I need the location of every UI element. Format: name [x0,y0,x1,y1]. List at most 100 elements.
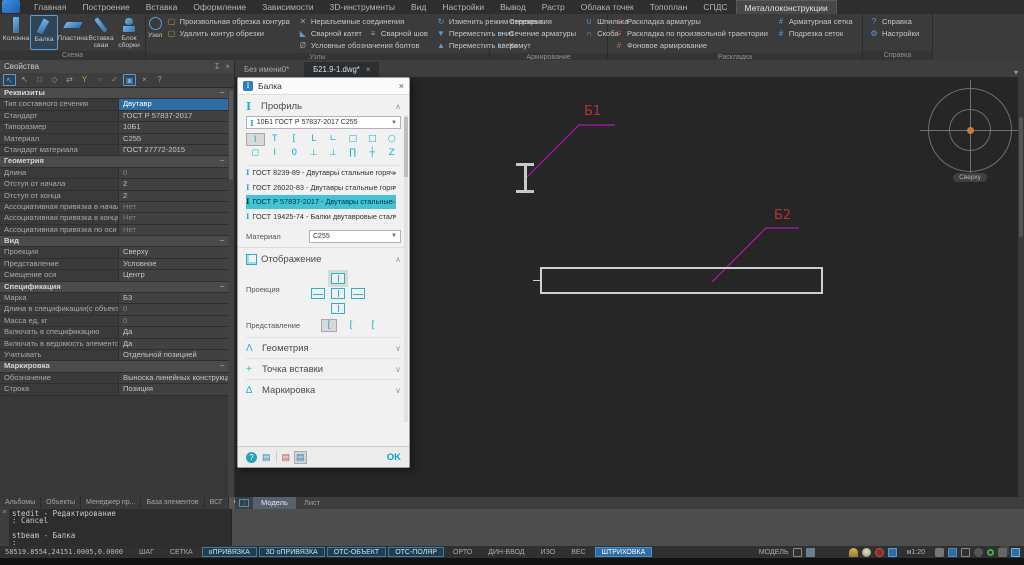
standard-list-item[interactable]: I ГОСТ 19425-74 - Балки двутавровые стал… [246,210,396,224]
status-toggle[interactable]: СЕТКА [163,547,200,557]
cycle-selection-icon[interactable]: ⇄ [63,74,76,86]
close-icon[interactable]: × [225,62,230,71]
property-row[interactable]: Масса ед, кг 0 [0,315,228,328]
beam-label-b1[interactable]: Б1 [584,104,601,119]
ribbon-small-button[interactable]: Ø Условные обозначения болтов [298,40,428,51]
status-toggle[interactable]: ОРТО [446,547,479,557]
ribbon-tab[interactable]: Зависимости [254,0,322,14]
profile-shape-button[interactable]: □ [344,133,363,146]
property-row[interactable]: Тип составного сечения Двутавр [0,99,228,111]
property-row[interactable]: Спецификация − [0,281,228,294]
status-toggle[interactable]: ШТРИХОВКА [594,547,653,557]
status-toggle[interactable]: 3D оПРИВЯЗКА [258,547,325,557]
property-row[interactable]: Марка Б3 [0,293,228,305]
notes-icon[interactable]: ▤ [262,452,271,463]
quick-select-icon[interactable]: ▣ [123,74,136,86]
property-row[interactable]: Смещение оси Центр [0,270,228,282]
profile-shape-button[interactable]: I [266,147,285,160]
profile-shape-button[interactable]: ◻ [246,147,265,160]
property-row[interactable]: Обозначение Выноска линейных конструкций [0,372,228,385]
view-compass[interactable] [920,80,1020,180]
canvas-scrollbar[interactable] [1018,77,1024,497]
profile-shape-button[interactable]: ┼ [363,147,382,160]
property-row[interactable]: Длина в спецификации(с объекта) 0 [0,304,228,316]
tab-model[interactable]: Модель [253,497,296,509]
property-row[interactable]: Типоразмер 10Б1 [0,122,228,134]
zoom-window-icon[interactable] [961,547,970,557]
standard-list-item[interactable]: I ГОСТ Р 57837-2017 - Двутавры стальные … [246,195,396,210]
property-row[interactable]: Ассоциативная привязка в начале Нет [0,201,228,214]
ribbon-tab[interactable]: Топоплан [642,0,696,14]
ribbon-small-button[interactable]: ✕ Неразъемные соединения [298,16,428,27]
profile-shape-button[interactable]: □ [363,133,382,146]
projection-front-icon[interactable] [311,288,325,299]
ribbon-big-button[interactable]: Балка [29,15,59,50]
property-row[interactable]: Материал С255 [0,133,228,145]
property-row[interactable]: Представление Условное [0,258,228,271]
section-geometry[interactable]: Λ Геометрия ∨ [246,337,401,358]
ribbon-tab[interactable]: Металлоконструкции [735,0,837,14]
status-toggle[interactable]: ДИН-ВВОД [481,547,531,557]
layout-grid-icon[interactable] [239,499,249,507]
property-row[interactable]: Учитывать Отдельной позицией [0,349,228,362]
dialog-scrollbar[interactable] [404,115,408,422]
compass-view-badge[interactable]: Сверху [953,173,987,182]
chevron-down-icon[interactable]: ∨ [395,365,401,374]
property-row[interactable]: Строка Позиция [0,384,228,396]
preview-icon[interactable]: ▤ [294,450,307,464]
select-append-icon[interactable]: ↖ [3,74,16,86]
ribbon-tab[interactable]: СПДС [695,0,735,14]
annotation-scale-icon[interactable] [848,547,858,557]
ribbon-tab[interactable]: Оформление [185,0,254,14]
beam-b2-outline[interactable] [540,267,823,294]
projection-bottom-icon[interactable] [331,303,345,314]
property-row[interactable]: Проекция Сверху [0,247,228,259]
representation-full-icon[interactable]: [ [321,319,337,332]
ribbon-big-button[interactable]: Вставка сваи [87,15,115,50]
ribbon-small-button[interactable]: # Фоновое армирование [614,40,768,51]
tab-list[interactable]: Лист [296,497,328,509]
projection-top-icon[interactable] [328,270,348,287]
property-row[interactable]: Отступ от начала 2 [0,179,228,191]
profile-shape-button[interactable]: ∏ [344,147,363,160]
ribbon-small-button[interactable]: ≡ Раскладка арматуры [614,16,768,27]
zoom-icon[interactable] [948,547,957,557]
ok-button[interactable]: OK [387,452,401,463]
status-toggle[interactable]: ИЗО [534,547,563,557]
panel-tab[interactable]: ВСГ [205,497,229,509]
section-profile[interactable]: I Профиль ∧ [246,97,401,116]
ribbon-small-button[interactable]: ◣ Сварной катет [298,28,362,39]
lock-indicator-icon[interactable] [874,547,884,557]
property-row[interactable]: Ассоциативная привязка по оси Нет [0,224,228,237]
ribbon-tab[interactable]: Растр [534,0,573,14]
ribbon-tab[interactable]: Вид [403,0,434,14]
representation-simplified-icon[interactable]: [ [344,320,358,331]
property-row[interactable]: Ассоциативная привязка в конце Нет [0,213,228,225]
chevron-up-icon[interactable]: ∧ [395,255,401,264]
ribbon-small-button[interactable]: ⌐ Стержень [496,16,576,27]
section-display[interactable]: Отображение ∧ [246,250,401,269]
panel-tab[interactable]: База элементов [141,497,205,509]
ribbon-tab[interactable]: Облака точек [573,0,642,14]
command-window[interactable]: × stedit - Редактирование : Cancel stbea… [0,509,232,546]
representation-symbolic-icon[interactable]: [ [366,320,380,331]
section-marking[interactable]: ∆ Маркировка ∨ [246,379,401,400]
ribbon-small-button[interactable]: ▢ Удалить контур обрезки [167,28,290,39]
drawing-scale[interactable]: м1:20 [901,549,931,556]
fullscreen-icon[interactable] [1011,547,1020,557]
document-tab[interactable]: Без имени0* [235,62,304,77]
ucs-icon[interactable] [792,547,802,557]
ribbon-tab[interactable]: Вставка [138,0,186,14]
status-toggle[interactable]: ОТС-ПОЛЯР [388,547,445,557]
profile-shape-button[interactable]: T [266,133,285,146]
command-window-titlebar[interactable]: × [0,509,9,546]
chevron-up-icon[interactable]: ∧ [395,102,401,111]
dialog-close-icon[interactable]: × [399,81,404,91]
expand-arrow-icon[interactable]: ▸ [394,183,396,191]
screens-icon[interactable] [998,547,1007,557]
panel-tab[interactable]: Менеджер пр... [81,497,142,509]
ribbon-small-button[interactable]: ⊔ Хомут [496,40,576,51]
ribbon-small-button[interactable]: ▢ Произвольная обрезка контура [167,16,290,27]
projection-side-icon[interactable] [331,288,345,299]
profile-shape-button[interactable]: ○ [383,133,402,146]
